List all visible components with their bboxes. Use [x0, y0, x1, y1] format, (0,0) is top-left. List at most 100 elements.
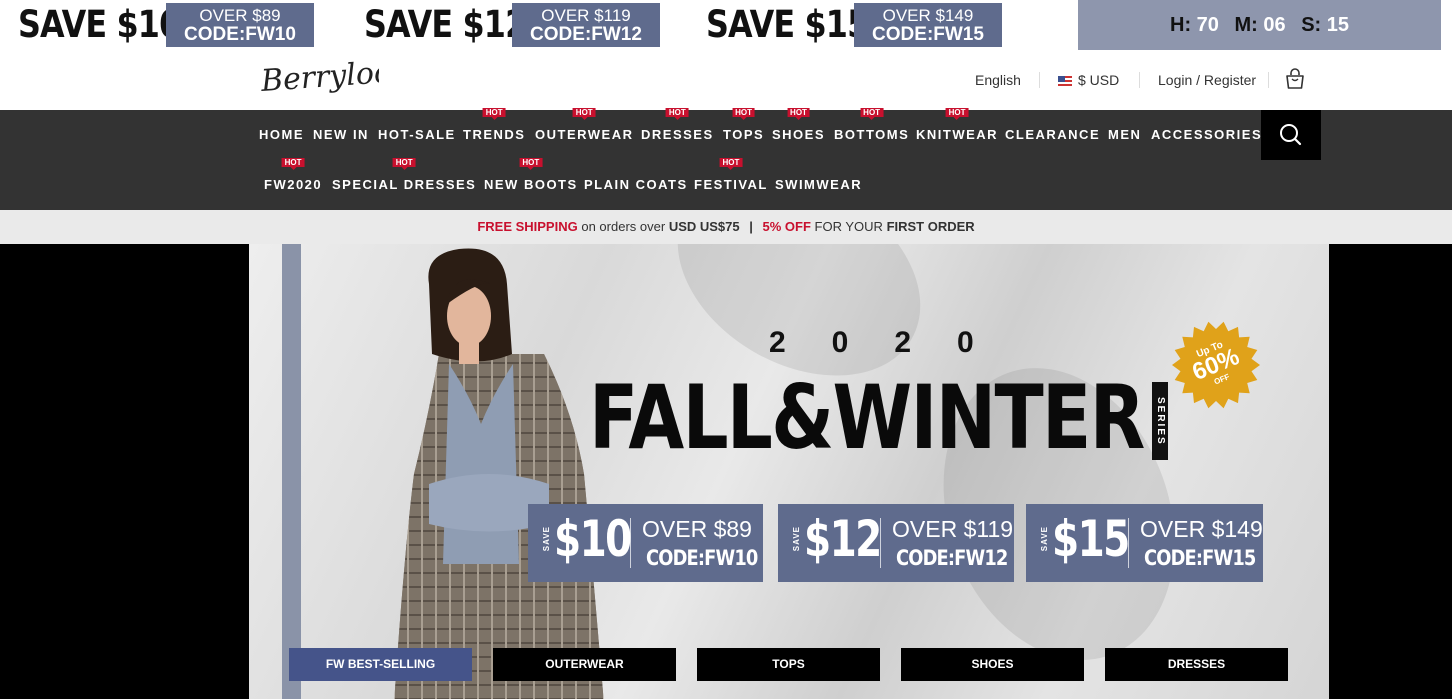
coupon-code: CODE:FW10: [646, 546, 758, 570]
currency-selector[interactable]: $ USD: [1058, 72, 1119, 88]
shopping-bag-icon[interactable]: [1285, 68, 1305, 90]
banner-coupon[interactable]: SAVE $12 OVER $119 CODE:FW12: [778, 504, 1014, 582]
nav-item-plain-coats[interactable]: PLAIN COATS: [584, 177, 688, 192]
coupon-amount: $12: [804, 510, 882, 568]
nav-item-special-dresses[interactable]: SPECIAL DRESSES HOT: [332, 158, 476, 192]
hot-badge: HOT: [719, 158, 743, 170]
nav-item-knitwear[interactable]: KNITWEAR HOT: [916, 108, 999, 142]
nav-item-label: FESTIVAL: [694, 177, 768, 192]
nav-item-hot-sale[interactable]: HOT-SALE: [378, 127, 456, 142]
coupon-divider: [880, 518, 881, 568]
nav-item-new-boots[interactable]: NEW BOOTS HOT: [484, 158, 578, 192]
first-order-discount: 5% OFF: [762, 219, 811, 234]
banner-year: 2020: [769, 326, 1020, 359]
coupon-save-label: SAVE: [792, 526, 801, 552]
header-divider: [1268, 72, 1269, 88]
category-button-fw-best-selling[interactable]: FW BEST-SELLING: [289, 648, 472, 681]
language-selector[interactable]: English: [975, 72, 1021, 88]
hot-badge: HOT: [281, 158, 305, 170]
promo-coupon-box[interactable]: OVER $89 CODE:FW10: [166, 3, 314, 47]
countdown-seconds: 15: [1326, 14, 1349, 36]
nav-item-label: SHOES: [772, 127, 826, 142]
nav-item-label: FW2020: [264, 177, 323, 192]
countdown-hours: 70: [1196, 14, 1219, 36]
coupon-threshold: OVER $89: [642, 516, 752, 542]
promo-save-amount: SAVE $12: [364, 3, 527, 46]
banner-series-label: SERIES: [1152, 382, 1168, 460]
currency-label: $ USD: [1078, 72, 1120, 88]
hot-badge: HOT: [482, 108, 506, 120]
nav-item-label: MEN: [1108, 127, 1142, 142]
countdown-minutes: 06: [1263, 14, 1286, 36]
nav-item-label: PLAIN COATS: [584, 177, 688, 192]
nav-item-swimwear[interactable]: SWIMWEAR: [775, 177, 862, 192]
search-icon: [1280, 124, 1302, 146]
berrylook-logo[interactable]: Berrylook: [259, 55, 379, 103]
hot-badge: HOT: [519, 158, 543, 170]
nav-item-label: ACCESSORIES: [1151, 127, 1263, 142]
category-button-outerwear[interactable]: OUTERWEAR: [493, 648, 676, 681]
nav-item-bottoms[interactable]: BOTTOMS HOT: [834, 108, 910, 142]
coupon-divider: [1128, 518, 1129, 568]
promo-save-amount: SAVE $10: [18, 3, 181, 46]
nav-item-label: NEW IN: [313, 127, 369, 142]
category-button-shoes[interactable]: SHOES: [901, 648, 1084, 681]
shipping-threshold: USD US$75: [668, 219, 740, 234]
nav-item-label: KNITWEAR: [916, 127, 999, 142]
promo-coupon-box[interactable]: OVER $149 CODE:FW15: [854, 3, 1002, 47]
countdown-minutes-label: M:: [1234, 14, 1258, 36]
promo-threshold: OVER $149: [882, 6, 974, 25]
nav-item-label: NEW BOOTS: [484, 177, 578, 192]
nav-item-clearance[interactable]: CLEARANCE: [1005, 127, 1100, 142]
promo-threshold: OVER $89: [199, 6, 281, 25]
promo-threshold: OVER $119: [541, 6, 631, 25]
coupon-save-label: SAVE: [542, 526, 551, 552]
nav-item-festival[interactable]: FESTIVAL HOT: [694, 158, 768, 192]
nav-item-label: OUTERWEAR: [535, 127, 634, 142]
nav-item-label: CLEARANCE: [1005, 127, 1101, 142]
banner-coupon[interactable]: SAVE $15 OVER $149 CODE:FW15: [1026, 504, 1263, 582]
nav-item-fw2020[interactable]: FW2020 HOT: [264, 158, 323, 192]
hot-badge: HOT: [860, 108, 884, 120]
hot-badge: HOT: [732, 108, 756, 120]
coupon-code: CODE:FW15: [1144, 546, 1256, 570]
nav-item-men[interactable]: MEN: [1108, 127, 1141, 142]
coupon-threshold: OVER $119: [892, 516, 1014, 542]
search-button[interactable]: [1261, 110, 1321, 160]
nav-item-label: DRESSES: [641, 127, 714, 142]
nav-item-label: SWIMWEAR: [775, 177, 863, 192]
banner-coupon[interactable]: SAVE $10 OVER $89 CODE:FW10: [528, 504, 763, 582]
hot-badge: HOT: [392, 158, 416, 170]
countdown-timer: H: 70 M: 06 S: 15: [1078, 0, 1441, 50]
nav-item-outerwear[interactable]: OUTERWEAR HOT: [535, 108, 634, 142]
hot-badge: HOT: [665, 108, 689, 120]
nav-item-dresses[interactable]: DRESSES HOT: [641, 108, 714, 142]
nav-item-new-in[interactable]: NEW IN: [313, 127, 369, 142]
coupon-threshold: OVER $149: [1140, 516, 1263, 542]
nav-item-label: HOT-SALE: [378, 127, 456, 142]
nav-item-accessories[interactable]: ACCESSORIES: [1151, 127, 1262, 142]
coupon-amount: $15: [1052, 510, 1130, 568]
countdown-hours-label: H:: [1170, 14, 1192, 36]
site-header: Berrylook English $ USD Login / Register: [0, 50, 1452, 110]
nav-item-shoes[interactable]: SHOES HOT: [772, 108, 826, 142]
promo-save-amount: SAVE $15: [706, 3, 869, 46]
free-shipping-label: FREE SHIPPING: [477, 219, 578, 234]
nav-item-trends[interactable]: TRENDS HOT: [463, 108, 525, 142]
promo-code: CODE:FW15: [872, 24, 984, 45]
banner-headline: FALL&WINTER: [589, 366, 1145, 469]
first-order-text: FOR YOUR: [814, 219, 883, 234]
promo-coupon-box[interactable]: OVER $119 CODE:FW12: [512, 3, 660, 47]
shipping-separator: |: [749, 219, 753, 234]
login-register-link[interactable]: Login / Register: [1158, 72, 1256, 88]
nav-item-tops[interactable]: TOPS HOT: [723, 108, 764, 142]
coupon-save-label: SAVE: [1040, 526, 1049, 552]
coupon-amount: $10: [554, 510, 632, 568]
category-button-tops[interactable]: TOPS: [697, 648, 880, 681]
hero-banner[interactable]: 2020 FALL&WINTER SERIES Up To 60% OFF SA…: [249, 244, 1329, 699]
nav-item-label: BOTTOMS: [834, 127, 910, 142]
nav-item-home[interactable]: HOME: [259, 127, 304, 142]
hot-badge: HOT: [572, 108, 596, 120]
category-button-dresses[interactable]: DRESSES: [1105, 648, 1288, 681]
promo-bar: SAVE $10 OVER $89 CODE:FW10 SAVE $12 OVE…: [0, 0, 1452, 50]
